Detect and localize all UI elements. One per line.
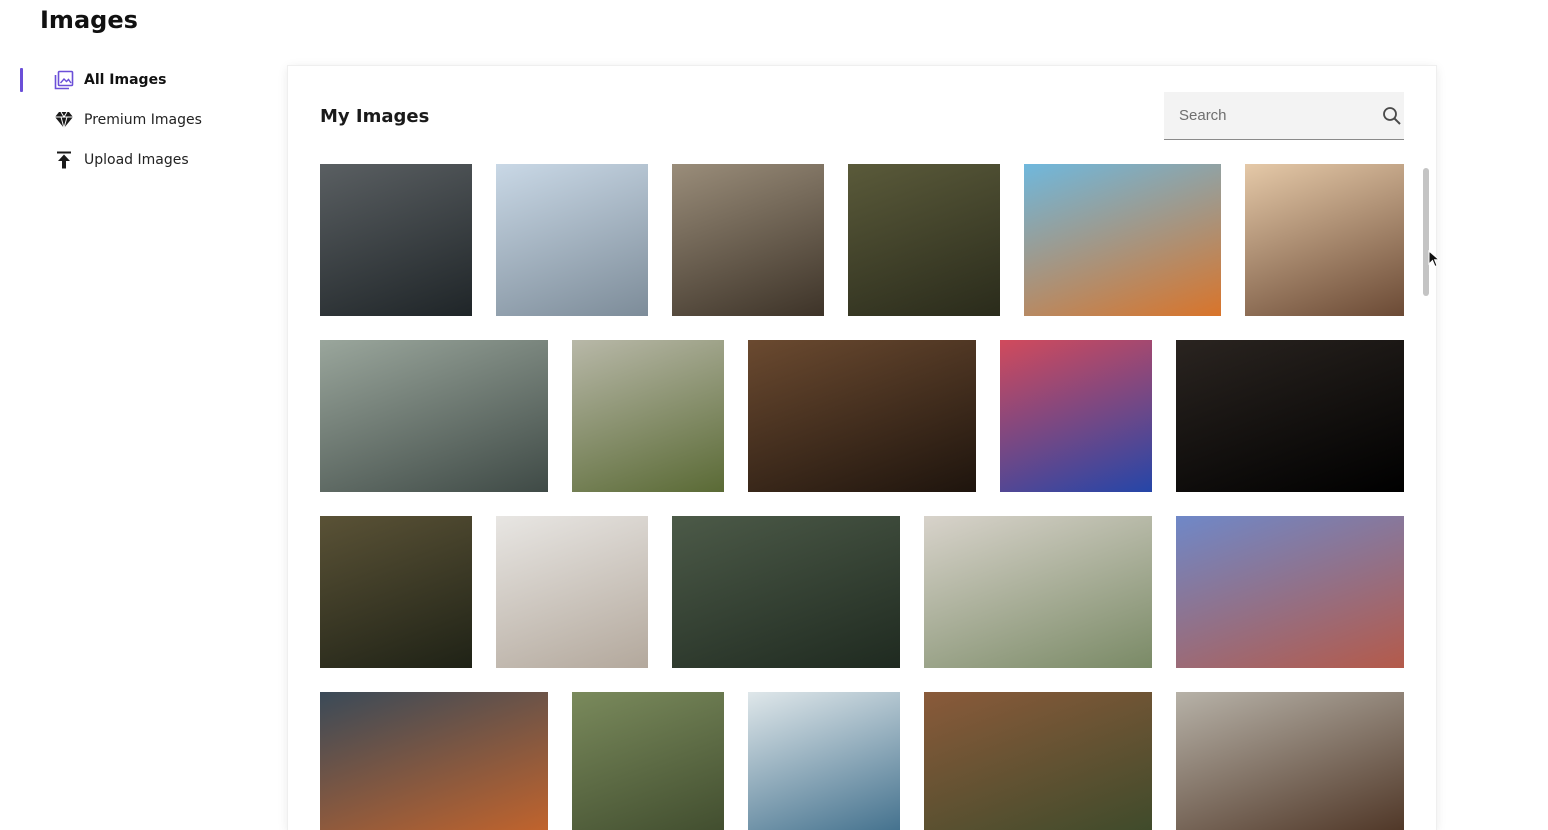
image-thumbnail[interactable] (1176, 516, 1404, 668)
image-thumbnail[interactable] (320, 164, 472, 316)
image-thumbnail[interactable] (1024, 164, 1221, 316)
image-thumbnail[interactable] (924, 516, 1152, 668)
image-thumbnail[interactable] (320, 516, 472, 668)
image-thumbnail[interactable] (496, 164, 648, 316)
image-thumbnail[interactable] (672, 516, 900, 668)
image-thumbnail[interactable] (1245, 164, 1404, 316)
sidebar-item-label: Upload Images (84, 152, 189, 168)
image-thumbnail[interactable] (572, 340, 724, 492)
image-thumbnail[interactable] (320, 692, 548, 830)
sidebar-item-premium-images[interactable]: Premium Images (20, 100, 260, 140)
sidebar-item-upload-images[interactable]: Upload Images (20, 140, 260, 180)
image-thumbnail[interactable] (572, 692, 724, 830)
image-row (320, 692, 1404, 830)
image-thumbnail[interactable] (748, 692, 900, 830)
image-thumbnail[interactable] (748, 340, 976, 492)
image-thumbnail[interactable] (1000, 340, 1152, 492)
image-thumbnail[interactable] (924, 692, 1152, 830)
image-grid (320, 164, 1404, 830)
search-button[interactable] (1380, 92, 1404, 139)
mouse-cursor-icon (1428, 250, 1440, 268)
image-row (320, 164, 1404, 316)
images-panel: My Images (288, 66, 1436, 830)
image-thumbnail[interactable] (848, 164, 1000, 316)
sidebar-item-all-images[interactable]: All Images (20, 60, 260, 100)
upload-icon (54, 150, 74, 170)
sidebar-item-label: Premium Images (84, 112, 202, 128)
search-icon (1383, 106, 1401, 125)
sidebar-nav: All Images Premium Images Upload Images (20, 60, 260, 180)
image-thumbnail[interactable] (1176, 340, 1404, 492)
panel-title: My Images (320, 106, 430, 127)
scrollbar-thumb[interactable] (1423, 168, 1429, 296)
image-gallery-icon (54, 70, 74, 90)
image-thumbnail[interactable] (1176, 692, 1404, 830)
image-row (320, 340, 1404, 492)
image-thumbnail[interactable] (320, 340, 548, 492)
page-title: Images (40, 6, 138, 34)
image-thumbnail[interactable] (496, 516, 648, 668)
image-row (320, 516, 1404, 668)
search-box (1164, 91, 1404, 140)
diamond-icon (54, 110, 74, 130)
image-thumbnail[interactable] (672, 164, 824, 316)
search-input[interactable] (1164, 91, 1380, 140)
sidebar-item-label: All Images (84, 72, 167, 88)
